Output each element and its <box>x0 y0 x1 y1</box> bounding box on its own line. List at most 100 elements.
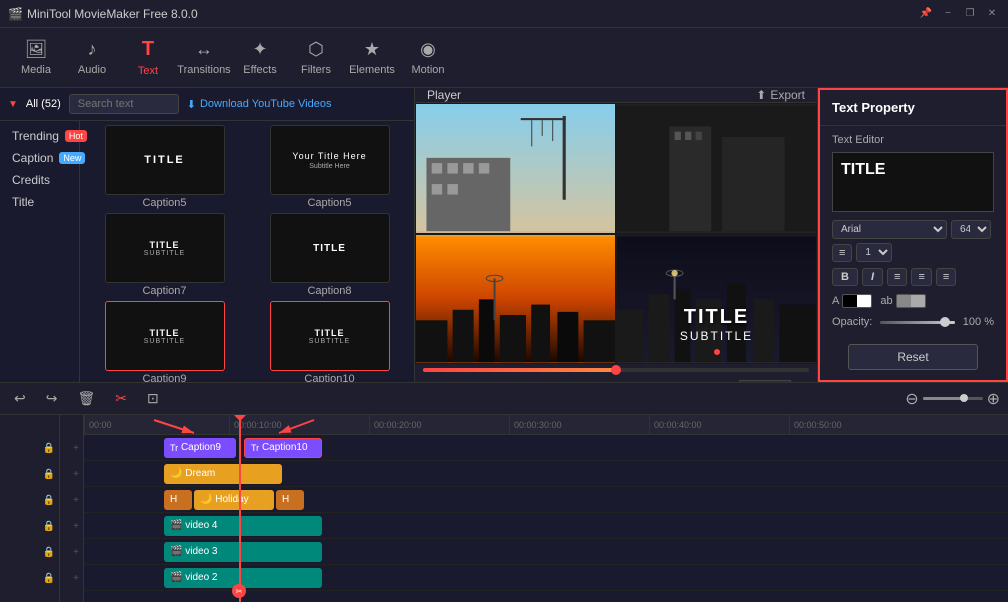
expand-icon[interactable]: ▼ <box>8 99 18 110</box>
crop-button[interactable]: ⊡ <box>141 388 165 409</box>
thumb-caption5a-label: Caption5 <box>142 197 186 209</box>
track-holiday: H 🌙 Holiday H <box>84 487 1008 513</box>
trending-label: Trending <box>12 129 59 143</box>
thumb-caption5a[interactable]: TITLE Caption5 <box>84 125 245 209</box>
font-size-select[interactable]: 64 48 32 <box>951 220 991 239</box>
search-input[interactable] <box>69 94 179 114</box>
track-label-3: 🔒 <box>0 487 59 513</box>
toolbar-motion[interactable]: ◉ Motion <box>400 32 456 84</box>
delete-button[interactable]: 🗑 <box>71 388 101 409</box>
lock-icon-5[interactable]: 🔒 <box>43 547 55 558</box>
toolbar-audio[interactable]: ♪ Audio <box>64 32 120 84</box>
track-labels: 🔒 🔒 🔒 🔒 🔒 🔒 <box>0 415 60 602</box>
add-track-6[interactable]: + <box>60 565 83 591</box>
add-track-5[interactable]: + <box>60 539 83 565</box>
clip-dream[interactable]: 🌙 Dream <box>164 464 282 484</box>
redo-button[interactable]: ↪ <box>40 388 64 409</box>
minimize-button[interactable]: − <box>940 6 956 22</box>
thumb-caption5b[interactable]: Your Title Here Subtitle Here Caption5 <box>249 125 410 209</box>
split-indicator[interactable]: ✂ <box>232 584 246 598</box>
clip-holiday[interactable]: 🌙 Holiday <box>194 490 274 510</box>
toolbar-text[interactable]: T Text <box>120 32 176 84</box>
toolbar-media[interactable]: 🖼 Media <box>8 32 64 84</box>
left-content: Trending Hot Caption New Credits Title <box>0 121 414 415</box>
close-button[interactable]: ✕ <box>984 6 1000 22</box>
format-buttons: B I ≡ ≡ ≡ <box>832 268 994 286</box>
category-title[interactable]: Title <box>0 191 79 213</box>
align-right-btn[interactable]: ≡ <box>936 268 956 286</box>
toolbar-elements[interactable]: ★ Elements <box>344 32 400 84</box>
clip-h-2[interactable]: H <box>276 490 304 510</box>
playhead[interactable] <box>239 415 241 602</box>
transitions-label: Transitions <box>177 64 230 76</box>
italic-button[interactable]: I <box>862 268 883 286</box>
category-trending[interactable]: Trending Hot <box>0 125 79 147</box>
zoom-out-btn[interactable]: ⊖ <box>905 389 918 409</box>
lock-icon-3[interactable]: 🔒 <box>43 495 55 506</box>
clip-h-1[interactable]: H <box>164 490 192 510</box>
list-format-btn[interactable]: ≡ <box>832 244 852 262</box>
undo-button[interactable]: ↩ <box>8 388 32 409</box>
category-caption[interactable]: Caption New <box>0 147 79 169</box>
download-youtube-btn[interactable]: ⬇ Download YouTube Videos <box>187 98 332 111</box>
add-track-1[interactable]: + <box>60 435 83 461</box>
restore-button[interactable]: ❐ <box>962 6 978 22</box>
thumb-caption7-label: Caption7 <box>142 285 186 297</box>
effects-icon: ✦ <box>252 39 267 60</box>
line-count-select[interactable]: 1 2 <box>856 243 892 262</box>
thumb-caption10[interactable]: TITLE SUBTITLE Caption10 <box>249 301 410 385</box>
opacity-slider[interactable] <box>880 321 954 324</box>
title-overlay: TITLE SUBTITLE <box>680 306 753 343</box>
filters-icon: ⬡ <box>308 39 324 60</box>
align-center-btn[interactable]: ≡ <box>911 268 931 286</box>
clip-video4[interactable]: 🎬 video 4 <box>164 516 322 536</box>
title-label: Title <box>12 195 34 209</box>
text-editor-box[interactable]: TITLE <box>832 152 994 212</box>
video-cell-1 <box>415 103 616 234</box>
category-credits[interactable]: Credits <box>0 169 79 191</box>
align-left-btn[interactable]: ≡ <box>887 268 907 286</box>
font-family-select[interactable]: Arial Times New Roman <box>832 220 947 239</box>
motion-label: Motion <box>411 64 444 76</box>
underline-b-icon: ab <box>880 295 892 307</box>
player-header: Player ⬆ Export <box>415 88 817 103</box>
window-controls: 📌 − ❐ ✕ <box>918 6 1000 22</box>
progress-bar[interactable] <box>423 368 809 372</box>
color-swatch-a[interactable] <box>842 294 872 308</box>
lock-icon-2[interactable]: 🔒 <box>43 469 55 480</box>
lock-icon-6[interactable]: 🔒 <box>43 573 55 584</box>
toolbar-filters[interactable]: ⬡ Filters <box>288 32 344 84</box>
zoom-slider[interactable] <box>923 397 983 400</box>
color-swatch-b[interactable] <box>896 294 926 308</box>
timeline-toolbar: ↩ ↪ 🗑 ✂ ⊡ ⊖ ⊕ <box>0 383 1008 415</box>
thumb-caption7[interactable]: TITLE SUBTITLE Caption7 <box>84 213 245 297</box>
add-track-2[interactable]: + <box>60 461 83 487</box>
time-ruler: 00:00 00:00:10:00 00:00:20:00 00:00:30:0… <box>84 415 1008 435</box>
track-video4: 🎬 video 4 <box>84 513 1008 539</box>
toolbar-effects[interactable]: ✦ Effects <box>232 32 288 84</box>
export-button[interactable]: ⬆ Export <box>756 88 805 102</box>
elements-label: Elements <box>349 64 395 76</box>
lock-icon-1[interactable]: 🔒 <box>43 443 55 454</box>
add-track-3[interactable]: + <box>60 487 83 513</box>
clip-video3[interactable]: 🎬 video 3 <box>164 542 322 562</box>
ruler-20: 00:00:20:00 <box>369 415 422 434</box>
thumb-caption9[interactable]: TITLE SUBTITLE Caption9 <box>84 301 245 385</box>
cut-button[interactable]: ✂ <box>109 388 133 409</box>
color-b-label: ab <box>880 294 925 308</box>
add-track-4[interactable]: + <box>60 513 83 539</box>
pin-button[interactable]: 📌 <box>918 6 934 22</box>
toolbar-transitions[interactable]: ↔ Transitions <box>176 32 232 84</box>
clip-caption9[interactable]: Tr Caption9 <box>164 438 236 458</box>
motion-icon: ◉ <box>420 39 436 60</box>
audio-label: Audio <box>78 64 106 76</box>
thumb-caption8[interactable]: TITLE Caption8 <box>249 213 410 297</box>
reset-button[interactable]: Reset <box>848 344 978 370</box>
timeline-content: 🔒 🔒 🔒 🔒 🔒 🔒 + + + + + <box>0 415 1008 602</box>
zoom-controls: ⊖ ⊕ <box>905 389 1000 409</box>
bold-button[interactable]: B <box>832 268 858 286</box>
zoom-in-btn[interactable]: ⊕ <box>987 389 1000 409</box>
export-icon: ⬆ <box>756 88 766 102</box>
lock-icon-4[interactable]: 🔒 <box>43 521 55 532</box>
clip-caption10[interactable]: Tr Caption10 <box>244 438 322 458</box>
